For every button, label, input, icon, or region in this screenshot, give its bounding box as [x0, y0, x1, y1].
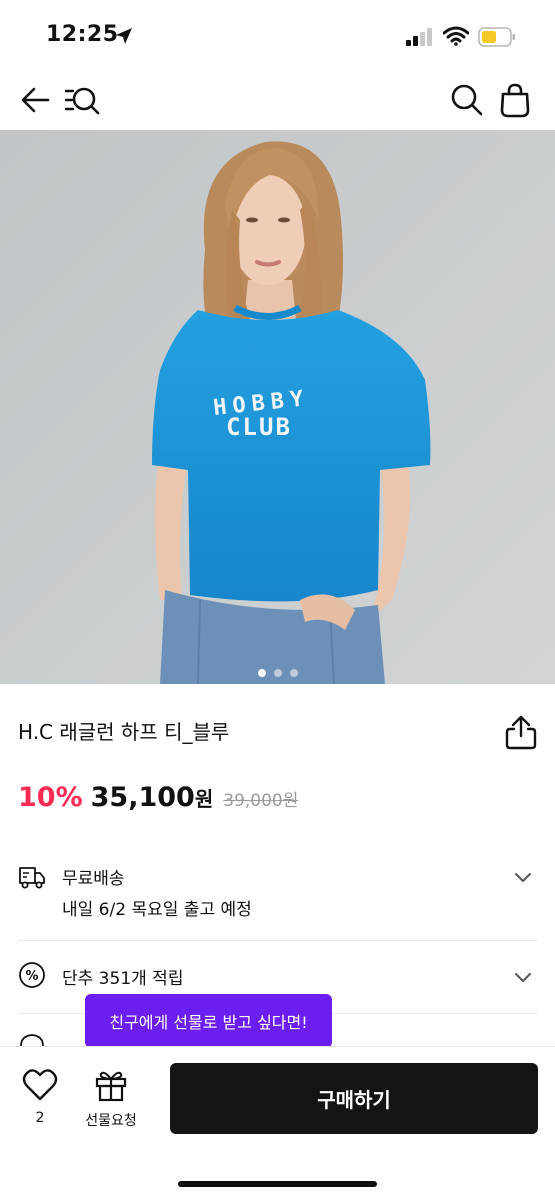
- discount-rate: 10%: [18, 782, 83, 813]
- shipping-schedule: 내일 6/2 목요일 출고 예정: [62, 900, 252, 920]
- price-row: 10% 35,100원 39,000원: [18, 782, 298, 818]
- like-button[interactable]: 2: [20, 1068, 60, 1126]
- search-icon[interactable]: [449, 82, 485, 118]
- svg-text:%: %: [25, 969, 38, 984]
- buy-button-label: 구매하기: [317, 1088, 391, 1112]
- shipping-title: 무료배송: [62, 869, 125, 889]
- image-pagination-dots: [0, 662, 555, 677]
- gift-icon: [95, 1071, 127, 1102]
- price-unit: 원: [194, 787, 214, 811]
- tooltip-text: 친구에게 선물로 받고 싶다면!: [109, 1013, 308, 1032]
- partial-row-icon: [20, 1034, 44, 1046]
- product-photo: HOBBY CLUB: [0, 130, 555, 684]
- arrow-left-icon[interactable]: [18, 82, 54, 118]
- cellular-signal-icon: [406, 28, 432, 46]
- product-title: H.C 래글런 하프 티_블루: [18, 720, 230, 744]
- heart-icon: [22, 1069, 58, 1101]
- status-bar: 12:25: [0, 0, 555, 70]
- gift-request-tooltip[interactable]: 친구에게 선물로 받고 싶다면!: [85, 994, 332, 1048]
- shopping-bag-icon[interactable]: [497, 82, 533, 118]
- pagination-dot[interactable]: [257, 669, 266, 677]
- product-image[interactable]: HOBBY CLUB: [0, 130, 555, 684]
- divider: [18, 940, 537, 941]
- share-icon[interactable]: [504, 714, 538, 750]
- shipping-info-row[interactable]: 무료배송 내일 6/2 목요일 출고 예정: [0, 858, 555, 942]
- location-arrow-icon: [116, 28, 132, 44]
- pagination-dot[interactable]: [289, 669, 298, 677]
- battery-icon: [478, 27, 515, 47]
- gift-request-label: 선물요청: [85, 1113, 137, 1129]
- like-count: 2: [35, 1110, 45, 1126]
- home-indicator: [178, 1181, 377, 1187]
- sale-price: 35,100: [90, 782, 195, 813]
- status-time: 12:25: [46, 22, 119, 47]
- wifi-icon: [443, 26, 469, 46]
- pagination-dot[interactable]: [273, 669, 282, 677]
- top-nav-bar: [0, 72, 555, 128]
- percent-icon: %: [19, 962, 45, 988]
- original-price: 39,000원: [223, 791, 299, 811]
- points-title: 단추 351개 적립: [62, 969, 184, 989]
- truck-icon: [19, 867, 45, 889]
- chevron-down-icon: [515, 873, 531, 882]
- buy-button[interactable]: 구매하기: [170, 1063, 538, 1134]
- gift-request-button[interactable]: 선물요청: [78, 1068, 144, 1130]
- shirt-print-line2: CLUB: [226, 413, 292, 441]
- menu-search-icon[interactable]: [64, 82, 100, 118]
- chevron-down-icon: [515, 973, 531, 982]
